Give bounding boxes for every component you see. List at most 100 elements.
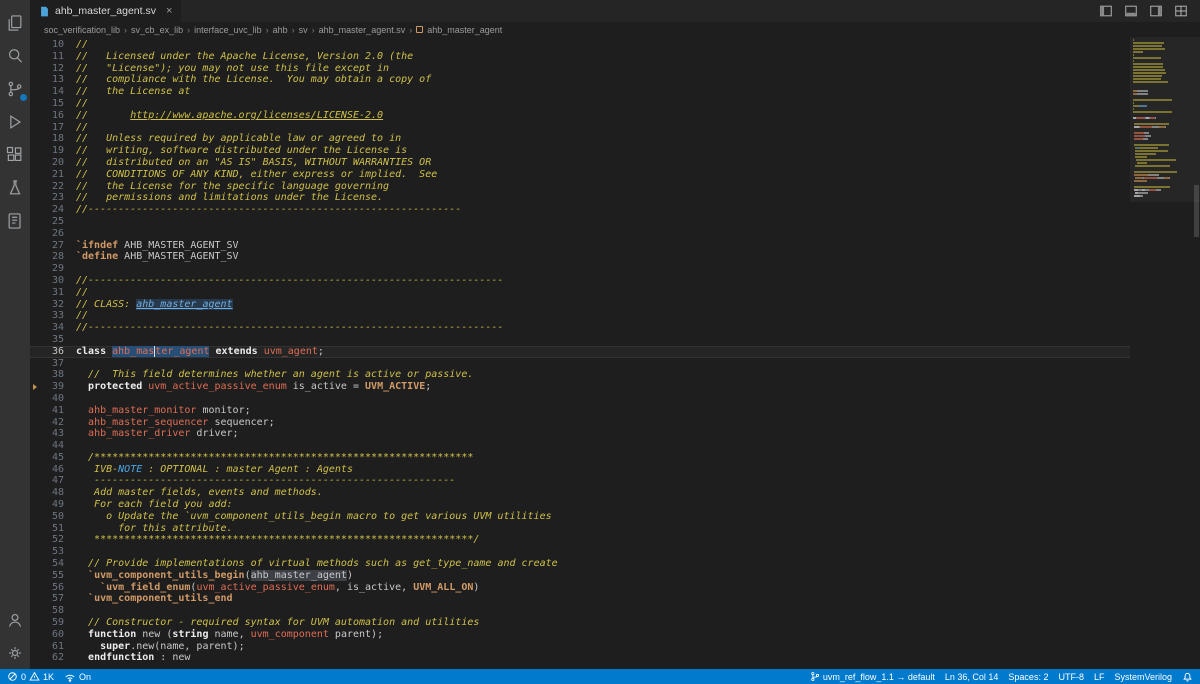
gutter[interactable] [30, 204, 40, 216]
code-line[interactable]: 35 [30, 334, 1130, 346]
code-line[interactable]: 55 `uvm_component_utils_begin(ahb_master… [30, 570, 1130, 582]
code-line[interactable]: 33// [30, 310, 1130, 322]
gutter[interactable] [30, 287, 40, 299]
code-line[interactable]: 44 [30, 440, 1130, 452]
code-line[interactable]: 30//------------------------------------… [30, 275, 1130, 287]
eol-selector[interactable]: LF [1094, 672, 1105, 682]
code-line[interactable]: 38 // This field determines whether an a… [30, 369, 1130, 381]
code-line[interactable]: 45 /************************************… [30, 452, 1130, 464]
gutter[interactable] [30, 157, 40, 169]
code-line[interactable]: 43 ahb_master_driver driver; [30, 428, 1130, 440]
gutter[interactable] [30, 346, 40, 358]
code-line[interactable]: 41 ahb_master_monitor monitor; [30, 405, 1130, 417]
code-line[interactable]: 39 protected uvm_active_passive_enum is_… [30, 381, 1130, 393]
code-line[interactable]: 61 super.new(name, parent); [30, 641, 1130, 653]
encoding-selector[interactable]: UTF-8 [1058, 672, 1084, 682]
code-line[interactable]: 27`ifndef AHB_MASTER_AGENT_SV [30, 240, 1130, 252]
breadcrumb-item[interactable]: sv_cb_ex_lib [131, 25, 183, 35]
code-line[interactable]: 47 -------------------------------------… [30, 475, 1130, 487]
gutter[interactable] [30, 452, 40, 464]
gutter[interactable] [30, 216, 40, 228]
gutter[interactable] [30, 169, 40, 181]
code-line[interactable]: 18// Unless required by applicable law o… [30, 133, 1130, 145]
code-line[interactable]: 54 // Provide implementations of virtual… [30, 558, 1130, 570]
extensions-icon[interactable] [0, 138, 30, 171]
code-line[interactable]: 58 [30, 605, 1130, 617]
gutter[interactable] [30, 110, 40, 122]
code-line[interactable]: 59 // Constructor - required syntax for … [30, 617, 1130, 629]
gutter[interactable] [30, 322, 40, 334]
gutter[interactable] [30, 487, 40, 499]
gutter[interactable] [30, 405, 40, 417]
breadcrumb-item[interactable]: sv [299, 25, 308, 35]
code-editor[interactable]: 10//11// Licensed under the Apache Licen… [30, 37, 1200, 669]
indentation-selector[interactable]: Spaces: 2 [1008, 672, 1048, 682]
env-selector[interactable]: uvm_ref_flow_1.1 → default [810, 671, 935, 682]
code-line[interactable]: 28`define AHB_MASTER_AGENT_SV [30, 251, 1130, 263]
gutter[interactable] [30, 593, 40, 605]
gutter[interactable] [30, 263, 40, 275]
breadcrumb-item[interactable]: soc_verification_lib [44, 25, 120, 35]
gutter[interactable] [30, 582, 40, 594]
toggle-panel-icon[interactable] [1124, 4, 1138, 18]
gutter[interactable] [30, 464, 40, 476]
code-line[interactable]: 53 [30, 546, 1130, 558]
code-line[interactable]: 19// writing, software distributed under… [30, 145, 1130, 157]
code-line[interactable]: 17// [30, 122, 1130, 134]
code-line[interactable]: 34//------------------------------------… [30, 322, 1130, 334]
gutter[interactable] [30, 617, 40, 629]
gutter[interactable] [30, 39, 40, 51]
gutter[interactable] [30, 393, 40, 405]
scrollbar-thumb[interactable] [1194, 185, 1199, 237]
customize-layout-icon[interactable] [1174, 4, 1188, 18]
gutter[interactable] [30, 334, 40, 346]
code-line[interactable]: 13// compliance with the License. You ma… [30, 74, 1130, 86]
code-line[interactable]: 62 endfunction : new [30, 652, 1130, 664]
gutter[interactable] [30, 181, 40, 193]
gutter[interactable] [30, 358, 40, 370]
code-line[interactable]: 15// [30, 98, 1130, 110]
toggle-secondary-sidebar-icon[interactable] [1149, 4, 1163, 18]
settings-gear-icon[interactable] [0, 636, 30, 669]
gutter[interactable] [30, 145, 40, 157]
gutter[interactable] [30, 546, 40, 558]
gutter[interactable] [30, 417, 40, 429]
gutter[interactable] [30, 74, 40, 86]
code-line[interactable]: 14// the License at [30, 86, 1130, 98]
run-debug-icon[interactable] [0, 105, 30, 138]
gutter[interactable] [30, 192, 40, 204]
notebook-icon[interactable] [0, 204, 30, 237]
gutter[interactable] [30, 511, 40, 523]
code-line[interactable]: 10// [30, 39, 1130, 51]
accounts-icon[interactable] [0, 603, 30, 636]
close-tab-icon[interactable]: × [166, 5, 172, 17]
minimap[interactable] [1133, 39, 1191, 198]
code-line[interactable]: 50 o Update the `uvm_component_utils_beg… [30, 511, 1130, 523]
gutter[interactable] [30, 63, 40, 75]
gutter[interactable] [30, 86, 40, 98]
code-line[interactable]: 24//------------------------------------… [30, 204, 1130, 216]
gutter[interactable] [30, 570, 40, 582]
toggle-primary-sidebar-icon[interactable] [1099, 4, 1113, 18]
code-line[interactable]: 32// CLASS: ahb_master_agent [30, 299, 1130, 311]
gutter[interactable] [30, 228, 40, 240]
code-line[interactable]: 23// permissions and limitations under t… [30, 192, 1130, 204]
code-line[interactable]: 11// Licensed under the Apache License, … [30, 51, 1130, 63]
code-line[interactable]: 21// CONDITIONS OF ANY KIND, either expr… [30, 169, 1130, 181]
code-line[interactable]: 25 [30, 216, 1130, 228]
source-control-icon[interactable] [0, 72, 30, 105]
gutter[interactable] [30, 652, 40, 664]
gutter[interactable] [30, 499, 40, 511]
gutter[interactable] [30, 558, 40, 570]
code-line[interactable]: 40 [30, 393, 1130, 405]
gutter[interactable] [30, 275, 40, 287]
code-line[interactable]: 37 [30, 358, 1130, 370]
gutter[interactable] [30, 98, 40, 110]
gutter[interactable] [30, 605, 40, 617]
gutter[interactable] [30, 523, 40, 535]
code-line[interactable]: 26 [30, 228, 1130, 240]
cursor-position[interactable]: Ln 36, Col 14 [945, 672, 999, 682]
breadcrumb-item[interactable]: interface_uvc_lib [194, 25, 262, 35]
code-line[interactable]: 48 Add master fields, events and methods… [30, 487, 1130, 499]
code-line[interactable]: 16// http://www.apache.org/licenses/LICE… [30, 110, 1130, 122]
